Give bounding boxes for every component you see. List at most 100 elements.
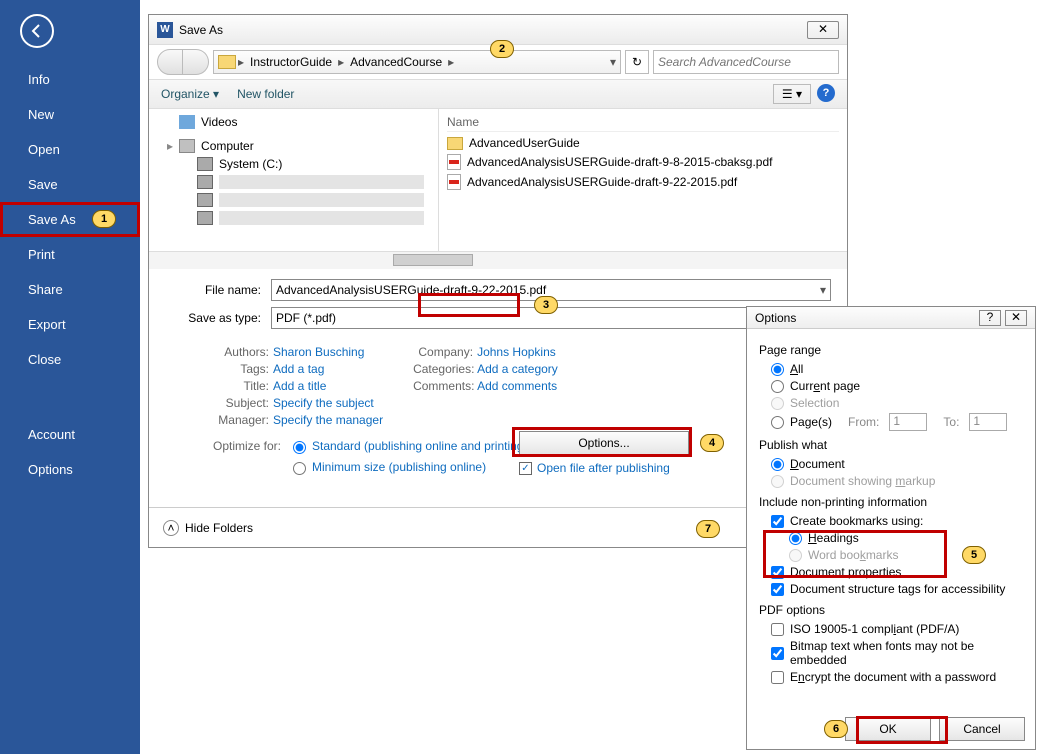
radio-selection: Selection (759, 396, 1023, 410)
help-button[interactable]: ? (817, 84, 835, 102)
annotation-5: 5 (962, 546, 986, 564)
annotation-box-6 (856, 716, 948, 744)
tree-system-c[interactable]: System (C:) (149, 155, 438, 173)
chevron-down-icon[interactable]: ▾ (610, 55, 616, 69)
meta-title[interactable]: Add a title (273, 379, 326, 393)
crumb-0[interactable]: InstructorGuide (246, 55, 336, 69)
bs-options[interactable]: Options (0, 452, 140, 487)
optimize-standard[interactable]: Standard (publishing online and printing… (293, 439, 527, 454)
cancel-button[interactable]: Cancel (939, 717, 1025, 741)
crumb-1[interactable]: AdvancedCourse (346, 55, 446, 69)
folder-icon (218, 55, 236, 69)
check-doc-tags[interactable]: Document structure tags for accessibilit… (759, 582, 1023, 596)
radio-all[interactable]: All (759, 362, 1023, 376)
help-button[interactable]: ? (979, 310, 1001, 326)
file-pdf-1[interactable]: AdvancedAnalysisUSERGuide-draft-9-8-2015… (447, 152, 839, 172)
search-input[interactable] (653, 50, 839, 74)
bs-save-as[interactable]: Save As (0, 202, 140, 237)
meta-tags[interactable]: Add a tag (273, 362, 324, 376)
annotation-4: 4 (700, 434, 724, 452)
filename-label: File name: (165, 283, 271, 297)
bs-share[interactable]: Share (0, 272, 140, 307)
chevron-up-icon: ˄ (163, 520, 179, 536)
annotation-box-5 (763, 530, 947, 578)
meta-subject[interactable]: Specify the subject (273, 396, 374, 410)
view-mode-button[interactable]: ☰ ▾ (773, 84, 811, 104)
annotation-1: 1 (92, 210, 116, 228)
group-include: Include non-printing information (759, 495, 1023, 509)
meta-categories[interactable]: Add a category (477, 362, 558, 376)
pdf-options-dialog: Options ? ✕ Page range All Current page … (746, 306, 1036, 750)
folder-icon (447, 137, 463, 150)
breadcrumb[interactable]: ▸ InstructorGuide ▸ AdvancedCourse ▸ ▾ (213, 50, 621, 74)
bs-new[interactable]: New (0, 97, 140, 132)
savetype-label: Save as type: (165, 311, 271, 325)
radio-current[interactable]: Current page (759, 379, 1023, 393)
check-iso[interactable]: ISO 19005-1 compliant (PDF/A) (759, 622, 1023, 636)
annotation-7: 7 (696, 520, 720, 538)
nav-forward[interactable] (183, 49, 209, 75)
h-scrollbar[interactable] (149, 251, 847, 269)
toolbar: Organize ▾ New folder ☰ ▾ ? (149, 79, 847, 109)
group-publish-what: Publish what (759, 438, 1023, 452)
meta-company[interactable]: Johns Hopkins (477, 345, 556, 359)
group-pdf-opts: PDF options (759, 603, 1023, 617)
word-backstage-sidebar: Info New Open Save Save As Print Share E… (0, 0, 140, 754)
bs-close[interactable]: Close (0, 342, 140, 377)
bs-account[interactable]: Account (0, 417, 140, 452)
check-create-bookmarks[interactable]: Create bookmarks using: (759, 514, 1023, 528)
annotation-2: 2 (490, 40, 514, 58)
optimize-minimum[interactable]: Minimum size (publishing online) (293, 460, 527, 475)
check-encrypt[interactable]: Encrypt the document with a password (759, 670, 1023, 684)
annotation-3: 3 (534, 296, 558, 314)
meta-comments[interactable]: Add comments (477, 379, 557, 393)
from-spinner[interactable]: 1 (889, 413, 927, 431)
radio-pages[interactable]: Page(s)From:1To:1 (759, 413, 1023, 431)
options-title: Options (755, 311, 975, 325)
to-spinner[interactable]: 1 (969, 413, 1007, 431)
dialog-title: Save As (179, 23, 803, 37)
tree-computer[interactable]: ▸Computer (149, 137, 438, 155)
pdf-icon (447, 154, 461, 170)
tree-redacted-3[interactable] (149, 209, 438, 227)
refresh-button[interactable]: ↻ (625, 50, 649, 74)
pdf-icon (447, 174, 461, 190)
bs-info[interactable]: Info (0, 62, 140, 97)
new-folder-button[interactable]: New folder (237, 87, 294, 101)
tree-videos[interactable]: Videos (149, 113, 438, 131)
nav-back[interactable] (157, 49, 183, 75)
annotation-6: 6 (824, 720, 848, 738)
video-icon (179, 115, 195, 129)
group-page-range: Page range (759, 343, 1023, 357)
meta-authors[interactable]: Sharon Busching (273, 345, 364, 359)
tree-redacted-2[interactable] (149, 191, 438, 209)
close-button[interactable]: ✕ (1005, 310, 1027, 326)
annotation-box-4 (512, 427, 692, 457)
computer-icon (179, 139, 195, 153)
optimize-label: Optimize for: (209, 439, 281, 475)
hide-folders-button[interactable]: ˄Hide Folders (163, 520, 253, 536)
open-after-checkbox[interactable]: ✓Open file after publishing (519, 461, 689, 475)
check-bitmap[interactable]: Bitmap text when fonts may not be embedd… (759, 639, 1023, 667)
word-icon: W (157, 22, 173, 38)
folder-tree[interactable]: Videos ▸Computer System (C:) (149, 109, 439, 251)
drive-icon (197, 157, 213, 171)
radio-doc-markup: Document showing markup (759, 474, 1023, 488)
save-as-dialog: W Save As ✕ ▸ InstructorGuide ▸ Advanced… (148, 14, 848, 548)
file-folder[interactable]: AdvancedUserGuide (447, 134, 839, 152)
file-list[interactable]: Name AdvancedUserGuide AdvancedAnalysisU… (439, 109, 847, 251)
close-button[interactable]: ✕ (807, 21, 839, 39)
options-titlebar: Options ? ✕ (747, 307, 1035, 329)
bs-open[interactable]: Open (0, 132, 140, 167)
radio-document[interactable]: Document (759, 457, 1023, 471)
annotation-box-3 (418, 293, 520, 317)
bs-save[interactable]: Save (0, 167, 140, 202)
bs-print[interactable]: Print (0, 237, 140, 272)
organize-menu[interactable]: Organize ▾ (161, 87, 219, 101)
bs-export[interactable]: Export (0, 307, 140, 342)
back-button[interactable] (20, 14, 54, 48)
file-pdf-2[interactable]: AdvancedAnalysisUSERGuide-draft-9-22-201… (447, 172, 839, 192)
tree-redacted-1[interactable] (149, 173, 438, 191)
meta-manager[interactable]: Specify the manager (273, 413, 383, 427)
column-name[interactable]: Name (447, 113, 839, 132)
